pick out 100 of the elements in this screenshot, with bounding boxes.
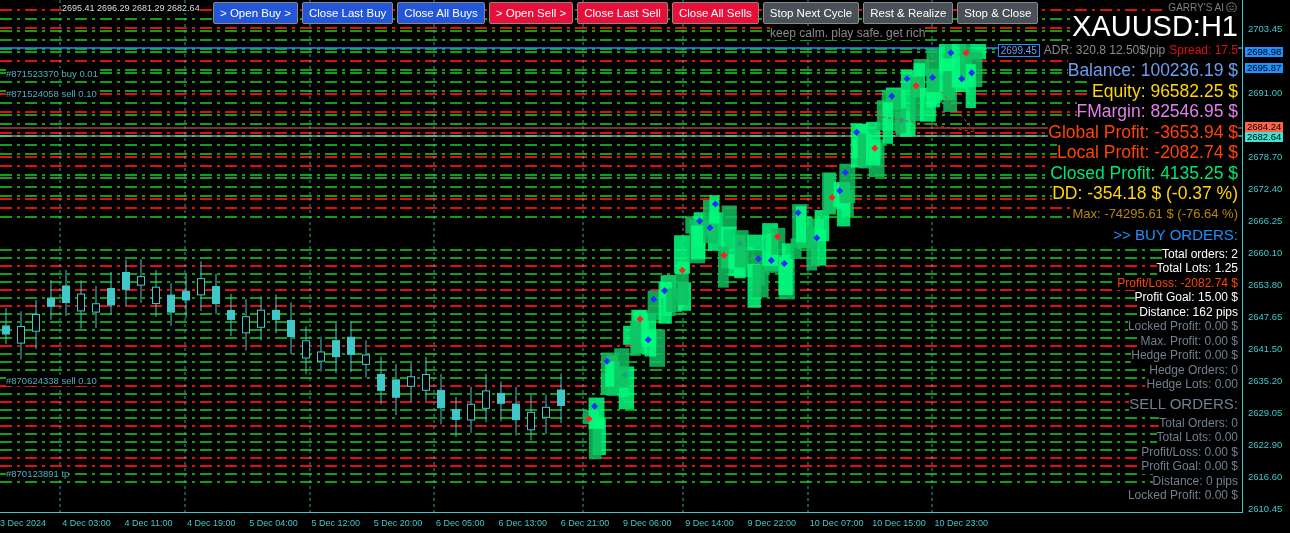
candle — [152, 269, 160, 318]
price-tick: 2678.70 — [1247, 151, 1283, 163]
smiley-icon — [1226, 2, 1237, 13]
adr-text: ADR: 320.8 12.50$/pip — [1043, 43, 1166, 57]
candle — [257, 296, 265, 341]
order-label: #871523370 buy 0.01 — [6, 68, 98, 79]
account-stat: Equity: 96582.25 $ — [1092, 80, 1238, 101]
candle — [272, 293, 280, 334]
candle — [497, 380, 505, 422]
spread-text: Spread: 17.5 — [1169, 43, 1238, 57]
price-tick: 2629.05 — [1247, 407, 1283, 419]
account-stat: Local Profit: -2082.74 $ — [1057, 142, 1238, 163]
chart-title: XAUUSD:H1 — [1072, 12, 1238, 41]
candle — [362, 340, 370, 378]
trade-button[interactable]: Stop & Close — [957, 2, 1039, 24]
trade-marker-cluster — [939, 44, 987, 112]
candle — [2, 307, 10, 345]
account-stat: Total Lots: 1.25 — [1156, 261, 1238, 276]
candle — [407, 362, 415, 403]
candle — [482, 373, 490, 423]
candle — [542, 394, 550, 435]
price-marker: 2682.64 — [1245, 132, 1284, 142]
ohlc-values: 2695.41 2696.29 2681.29 2682.64 — [62, 3, 200, 13]
candle — [122, 259, 130, 307]
time-tick: 10 Dec 07:00 — [809, 518, 865, 528]
trade-button[interactable]: > Open Sell > — [488, 2, 574, 24]
candle — [422, 356, 430, 402]
trade-button[interactable]: Close All Buys — [397, 2, 485, 24]
time-tick: 6 Dec 21:00 — [560, 518, 611, 528]
account-stat: Total Lots: 0.00 — [1156, 430, 1238, 445]
time-tick: 6 Dec 13:00 — [498, 518, 548, 528]
candle — [317, 336, 325, 373]
candle — [137, 258, 145, 304]
candle — [242, 298, 250, 352]
price-tick: 2635.20 — [1247, 375, 1283, 387]
time-tick: 5 Dec 04:00 — [249, 518, 299, 528]
candle — [347, 321, 355, 373]
order-label: #871524058 sell 0.10 — [6, 88, 97, 99]
trade-button[interactable]: > Open Buy > — [213, 2, 298, 24]
account-stat: Hedge Lots: 0.00 — [1146, 377, 1238, 392]
candle — [527, 394, 535, 441]
candle — [512, 386, 520, 436]
price-tick: 2660.10 — [1247, 247, 1283, 259]
price-tick: 2653.80 — [1247, 279, 1283, 291]
candle — [392, 363, 400, 416]
account-stat: Balance: 100236.19 $ — [1067, 60, 1238, 81]
candle — [452, 396, 460, 438]
price-tick: 2691.00 — [1247, 87, 1283, 99]
price-tick: 2647.65 — [1247, 311, 1283, 323]
trade-button[interactable]: Rest & Realize — [863, 2, 954, 24]
candle — [47, 279, 55, 321]
account-stat: Profit Goal: 15.00 $ — [1134, 290, 1238, 305]
time-tick: 6 Dec 05:00 — [436, 518, 486, 528]
order-label: #870123891 tp — [6, 468, 70, 479]
time-tick: 9 Dec 06:00 — [622, 518, 673, 528]
brand-label: GARRY'S AI — [1168, 2, 1224, 13]
candle — [32, 299, 40, 350]
candle — [377, 356, 385, 405]
price-label: 2699.45 — [997, 43, 1040, 57]
account-stat: Locked Profit: 0.00 $ — [1127, 319, 1238, 334]
account-stat: Closed Profit: 4135.25 $ — [1050, 162, 1238, 183]
time-tick: 9 Dec 14:00 — [685, 518, 735, 528]
trade-button[interactable]: Close Last Sell — [577, 2, 668, 24]
candle — [557, 372, 565, 424]
trade-button[interactable]: Stop Next Cycle — [762, 2, 860, 24]
trade-button[interactable]: Close All Sells — [671, 2, 759, 24]
time-tick: 10 Dec 15:00 — [872, 518, 927, 528]
price-marker: 2698.98 — [1245, 47, 1284, 57]
account-stat: FMargin: 82546.95 $ — [1076, 101, 1238, 122]
price-tick: 2622.90 — [1247, 439, 1283, 451]
time-tick: 9 Dec 22:00 — [747, 518, 798, 528]
candle — [467, 386, 475, 434]
candle — [212, 273, 220, 315]
time-tick: 3 Dec 2024 — [0, 518, 48, 528]
time-tick: 10 Dec 23:00 — [934, 518, 989, 528]
candle — [107, 271, 115, 316]
price-tick: 2672.40 — [1247, 183, 1283, 195]
time-tick: 5 Dec 12:00 — [311, 518, 362, 528]
price-tick: 2616.60 — [1247, 471, 1283, 483]
account-stat: Locked Profit: 0.00 $ — [1127, 488, 1238, 503]
time-tick: 4 Dec 03:00 — [62, 518, 112, 528]
candle — [227, 293, 235, 337]
account-stat: Global Profit: -3653.94 $ — [1048, 121, 1238, 142]
account-stat: Profit/Loss: -2082.74 $ — [1117, 275, 1238, 290]
candle — [287, 302, 295, 355]
candle — [437, 373, 445, 425]
time-tick: 4 Dec 11:00 — [124, 518, 174, 528]
candle — [17, 310, 25, 360]
trade-button[interactable]: Close Last Buy — [301, 2, 394, 24]
candle — [77, 279, 85, 330]
price-marker: 2695.87 — [1245, 63, 1284, 73]
time-tick: 5 Dec 20:00 — [373, 518, 424, 528]
account-stat: Hedge Profit: 0.00 $ — [1131, 348, 1238, 363]
price-tick: 2641.50 — [1247, 343, 1283, 355]
candle — [197, 260, 205, 312]
account-stat: Profit Goal: 0.00 $ — [1141, 459, 1238, 474]
candle — [167, 282, 175, 327]
time-tick: 4 Dec 19:00 — [186, 518, 237, 528]
candle — [92, 285, 100, 329]
price-marker: 2684.24 — [1245, 122, 1284, 132]
